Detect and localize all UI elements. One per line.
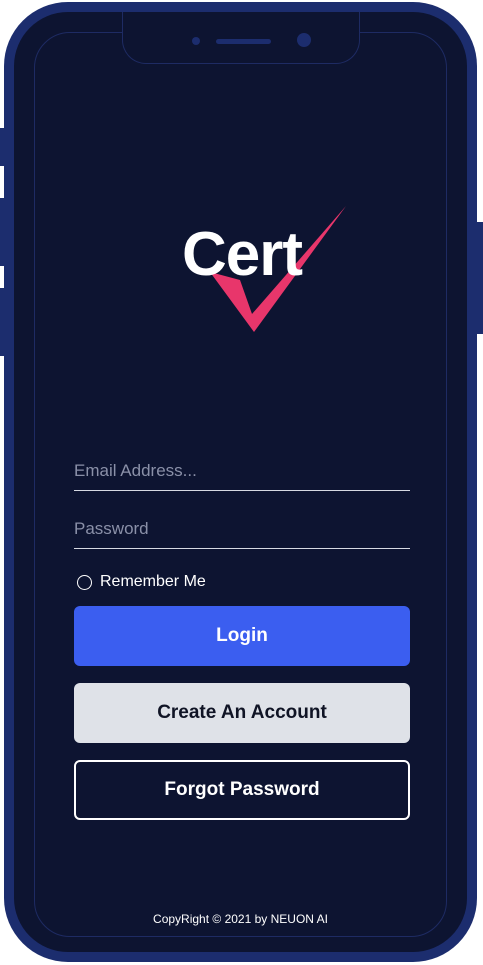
logo-text: Cert xyxy=(182,220,303,289)
copyright-text: CopyRight © 2021 by NEUON AI xyxy=(153,912,328,926)
speaker-grille xyxy=(216,39,271,44)
sensor-dot xyxy=(192,37,200,45)
remember-me-radio[interactable] xyxy=(77,574,92,590)
forgot-password-button[interactable]: Forgot Password xyxy=(74,760,410,820)
front-camera xyxy=(297,33,311,47)
email-input[interactable] xyxy=(74,451,410,491)
remember-me-option[interactable]: Remember Me xyxy=(77,573,206,591)
phone-screen: Cert Remember Me Login Create An Account… xyxy=(14,12,467,952)
remember-me-label: Remember Me xyxy=(100,573,206,590)
notch xyxy=(122,12,360,64)
password-input[interactable] xyxy=(74,509,410,549)
power-button xyxy=(477,222,483,334)
login-button[interactable]: Login xyxy=(74,606,410,666)
app-logo: Cert xyxy=(172,202,362,332)
create-account-button[interactable]: Create An Account xyxy=(74,683,410,743)
phone-frame: Cert Remember Me Login Create An Account… xyxy=(4,2,477,962)
